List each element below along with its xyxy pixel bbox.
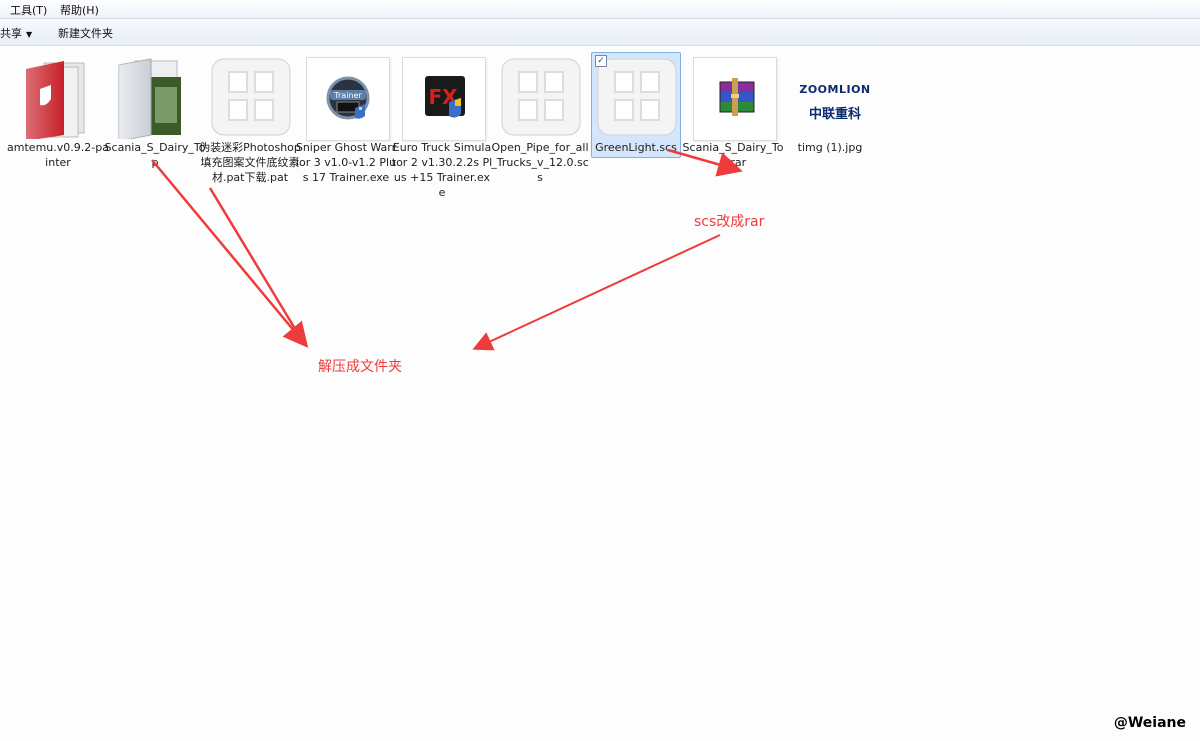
annotation-arrows — [151, 148, 743, 351]
arrow-from-pat — [208, 187, 305, 343]
arrow-to-extract — [472, 234, 721, 351]
watermark: @Weiane — [1113, 715, 1186, 731]
annotation-rename: scs改成rar — [694, 214, 765, 230]
arrow-from-folder — [151, 159, 309, 348]
arrow-to-rar — [667, 148, 743, 177]
annotation-extract: 解压成文件夹 — [318, 359, 402, 375]
